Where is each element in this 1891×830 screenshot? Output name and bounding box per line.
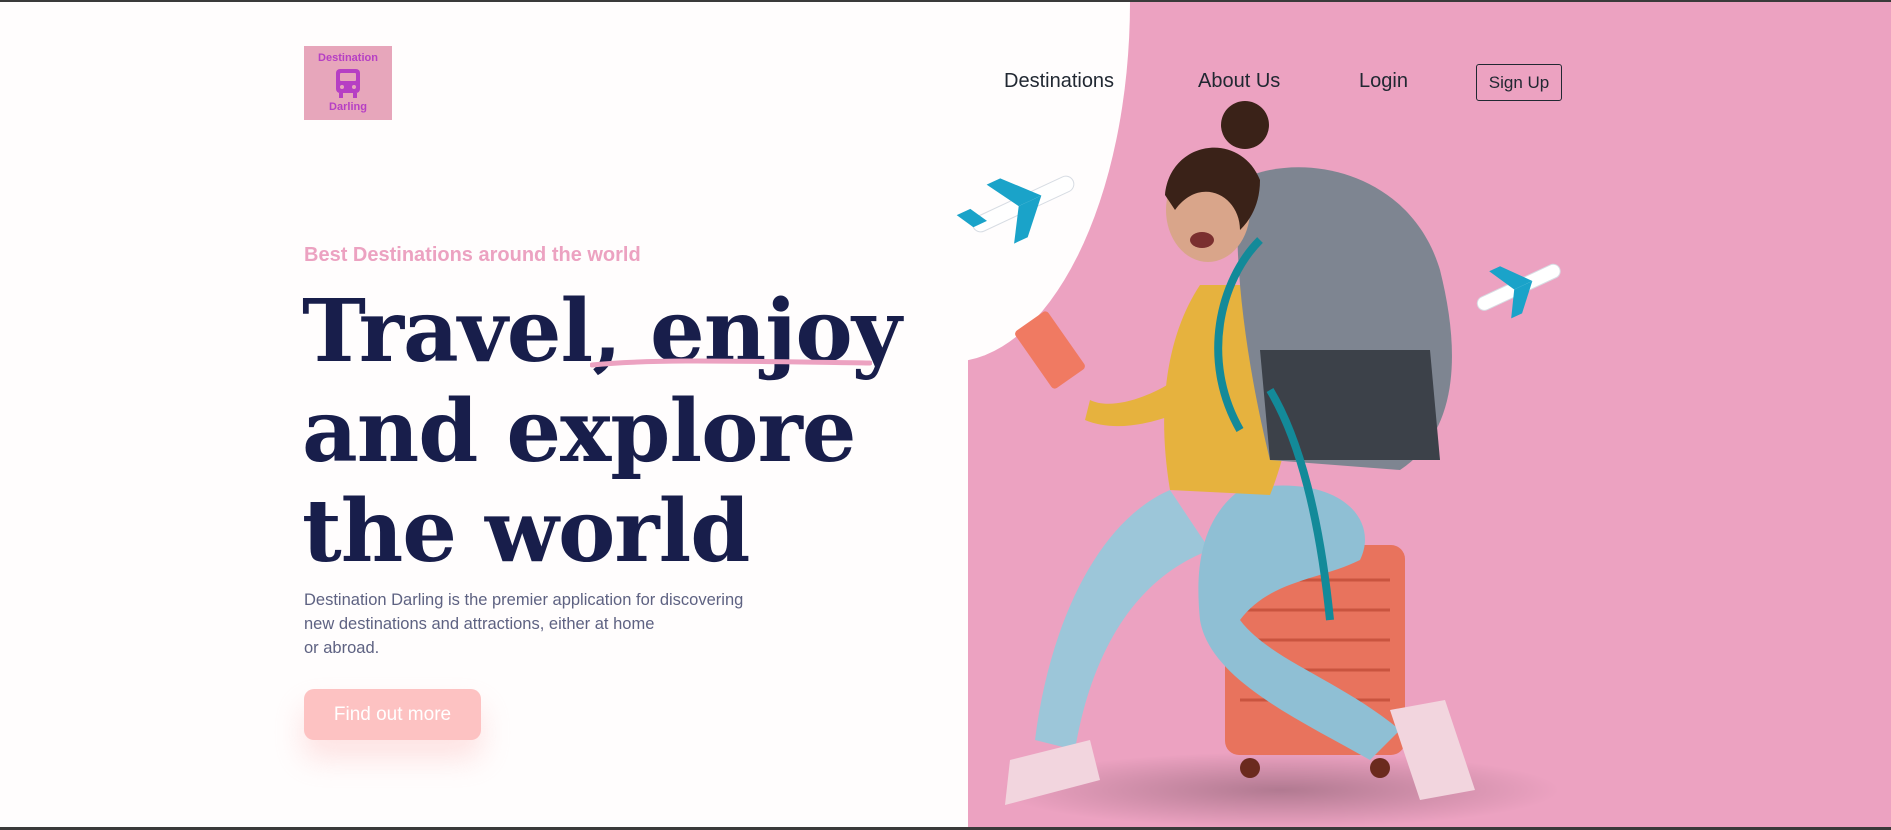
hero-description: Destination Darling is the premier appli…	[304, 588, 824, 660]
nav-login[interactable]: Login	[1359, 70, 1408, 93]
bus-icon	[336, 69, 360, 98]
airplane-icon	[956, 175, 1075, 244]
logo-text-bottom: Darling	[329, 101, 367, 113]
description-line: new destinations and attractions, either…	[304, 615, 655, 633]
description-line: Destination Darling is the premier appli…	[304, 591, 744, 609]
headline-line: and explore	[302, 381, 857, 482]
brand-logo[interactable]: Destination Darling	[304, 46, 392, 120]
logo-text-top: Destination	[318, 52, 378, 64]
find-out-more-button[interactable]: Find out more	[304, 689, 481, 740]
sign-up-button[interactable]: Sign Up	[1476, 64, 1562, 101]
description-line: or abroad.	[304, 639, 380, 657]
traveler-hero-illustration	[956, 101, 1561, 828]
airplane-icon	[1476, 263, 1561, 319]
hero-headline: Travel, enjoy and explore the world	[302, 282, 1002, 582]
headline-line: the world	[302, 481, 750, 582]
nav-destinations[interactable]: Destinations	[1004, 70, 1114, 93]
hero-eyebrow: Best Destinations around the world	[304, 244, 641, 266]
nav-about-us[interactable]: About Us	[1198, 70, 1280, 93]
headline-underline-decoration	[590, 358, 872, 368]
